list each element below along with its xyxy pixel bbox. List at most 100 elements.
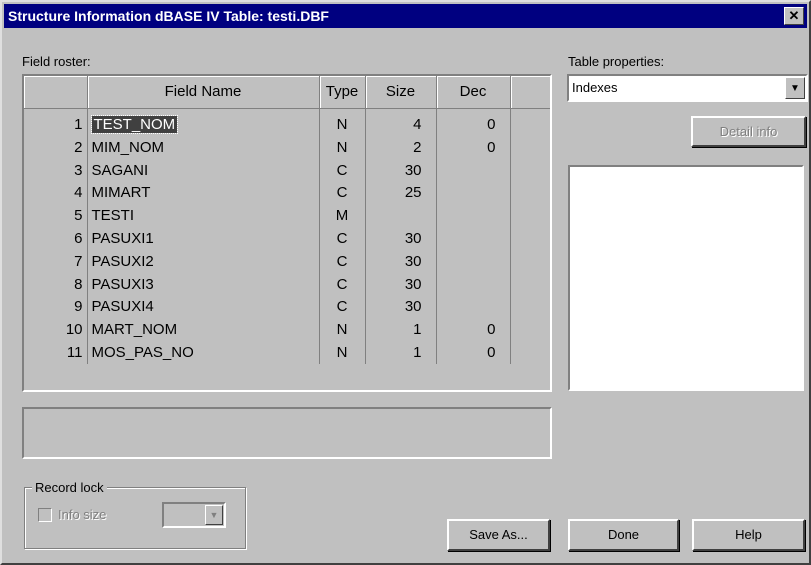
type-cell[interactable]: C <box>319 158 366 182</box>
dec-cell[interactable] <box>436 181 511 205</box>
chevron-down-icon[interactable]: ▼ <box>205 505 223 525</box>
field-name-cell[interactable]: MART_NOM <box>87 318 320 342</box>
table-row[interactable]: 6 PASUXI1 C 30 <box>24 227 550 250</box>
size-cell[interactable]: 30 <box>365 227 437 250</box>
type-cell[interactable]: C <box>319 249 366 273</box>
type-cell[interactable]: N <box>319 341 366 364</box>
filler-header <box>510 76 550 109</box>
field-name-cell[interactable]: TEST_NOM <box>87 108 320 136</box>
row-number[interactable]: 1 <box>24 108 88 136</box>
row-number[interactable]: 11 <box>24 341 88 364</box>
size-cell[interactable]: 1 <box>365 318 437 342</box>
table-row[interactable]: 1 TEST_NOM N 4 0 <box>24 108 550 136</box>
detail-info-button[interactable]: Detail info <box>691 116 806 147</box>
table-row[interactable]: 8 PASUXI3 C 30 <box>24 272 550 296</box>
row-number[interactable]: 6 <box>24 227 88 250</box>
help-button[interactable]: Help <box>692 519 805 551</box>
info-size-label: Info size <box>58 507 107 522</box>
dec-cell[interactable] <box>436 272 511 296</box>
type-cell[interactable]: N <box>319 318 366 342</box>
selected-field-name[interactable]: TEST_NOM <box>90 114 179 134</box>
dec-cell[interactable]: 0 <box>436 318 511 342</box>
row-filler <box>510 204 550 227</box>
close-button[interactable]: ✕ <box>784 7 804 25</box>
dec-cell[interactable]: 0 <box>436 341 511 364</box>
save-as-button[interactable]: Save As... <box>447 519 550 551</box>
info-size-dropdown[interactable]: ▼ <box>162 502 226 528</box>
dec-cell[interactable] <box>436 204 511 228</box>
table-row[interactable]: 7 PASUXI2 C 30 <box>24 249 550 273</box>
type-cell[interactable]: C <box>319 295 366 319</box>
size-cell[interactable]: 2 <box>365 136 437 159</box>
type-cell[interactable]: C <box>319 272 366 296</box>
row-number[interactable]: 3 <box>24 158 88 182</box>
row-number[interactable]: 7 <box>24 249 88 273</box>
size-cell[interactable] <box>365 204 437 228</box>
table-row[interactable]: 4 MIMART C 25 <box>24 181 550 205</box>
row-filler <box>510 108 550 136</box>
row-number[interactable]: 10 <box>24 318 88 342</box>
field-table-header: Field Name Type Size Dec <box>24 76 550 109</box>
field-name-header[interactable]: Field Name <box>87 76 320 109</box>
size-cell[interactable]: 30 <box>365 249 437 273</box>
row-number[interactable]: 5 <box>24 204 88 228</box>
done-button[interactable]: Done <box>568 519 679 551</box>
row-filler <box>510 250 550 273</box>
size-cell[interactable]: 1 <box>365 341 437 364</box>
info-size-checkbox[interactable] <box>38 508 52 522</box>
dec-cell[interactable]: 0 <box>436 136 511 159</box>
field-name-cell[interactable]: PASUXI3 <box>87 272 320 296</box>
dec-cell[interactable] <box>436 249 511 273</box>
dec-cell[interactable]: 0 <box>436 108 511 136</box>
table-properties-value: Indexes <box>572 80 618 95</box>
type-cell[interactable]: C <box>319 227 366 250</box>
size-cell[interactable]: 30 <box>365 272 437 296</box>
field-name-cell[interactable]: MIMART <box>87 181 320 205</box>
row-number[interactable]: 4 <box>24 181 88 205</box>
field-name-cell[interactable]: PASUXI2 <box>87 249 320 273</box>
dec-cell[interactable] <box>436 227 511 250</box>
table-properties-list[interactable] <box>568 165 804 391</box>
table-row[interactable]: 5 TESTI M <box>24 204 550 228</box>
field-name-cell[interactable]: MIM_NOM <box>87 136 320 159</box>
size-header[interactable]: Size <box>365 76 437 109</box>
table-properties-select[interactable]: Indexes ▼ <box>567 74 808 102</box>
chevron-down-icon[interactable]: ▼ <box>785 77 805 99</box>
type-cell[interactable]: N <box>319 108 366 136</box>
dec-cell[interactable] <box>436 295 511 319</box>
table-row[interactable]: 3 SAGANI C 30 <box>24 158 550 182</box>
title-bar: Structure Information dBASE IV Table: te… <box>4 4 807 28</box>
field-name-cell[interactable]: TESTI <box>87 204 320 228</box>
field-name-cell[interactable]: PASUXI1 <box>87 227 320 250</box>
structure-info-dialog: Structure Information dBASE IV Table: te… <box>0 0 811 565</box>
message-panel <box>22 407 552 459</box>
field-table: Field Name Type Size Dec 1 TEST_NOM N 4 0 2 MI… <box>24 76 550 364</box>
row-number[interactable]: 2 <box>24 136 88 159</box>
dec-cell[interactable] <box>436 158 511 182</box>
field-name-cell[interactable]: SAGANI <box>87 158 320 182</box>
table-row[interactable]: 10 MART_NOM N 1 0 <box>24 318 550 342</box>
type-cell[interactable]: N <box>319 136 366 159</box>
size-cell[interactable]: 4 <box>365 108 437 136</box>
table-row[interactable]: 11 MOS_PAS_NO N 1 0 <box>24 341 550 364</box>
size-cell[interactable]: 30 <box>365 295 437 319</box>
dec-header[interactable]: Dec <box>436 76 511 109</box>
table-row[interactable]: 2 MIM_NOM N 2 0 <box>24 136 550 159</box>
row-number[interactable]: 9 <box>24 295 88 319</box>
type-cell[interactable]: C <box>319 181 366 205</box>
field-roster-grid[interactable]: Field Name Type Size Dec 1 TEST_NOM N 4 0 2 MI… <box>22 74 552 392</box>
row-filler <box>510 318 550 341</box>
size-cell[interactable]: 30 <box>365 158 437 182</box>
field-roster-label-text: Field roster: <box>22 54 91 69</box>
size-cell[interactable]: 25 <box>365 181 437 205</box>
row-filler <box>510 341 550 364</box>
row-number-header[interactable] <box>24 76 88 109</box>
table-row[interactable]: 9 PASUXI4 C 30 <box>24 295 550 319</box>
table-properties-label: Table properties: <box>568 54 665 69</box>
field-name-cell[interactable]: MOS_PAS_NO <box>87 341 320 364</box>
type-header[interactable]: Type <box>319 76 366 109</box>
type-cell[interactable]: M <box>319 204 366 228</box>
field-name-cell[interactable]: PASUXI4 <box>87 295 320 319</box>
field-roster-label: Field roster: <box>22 54 91 69</box>
row-number[interactable]: 8 <box>24 272 88 296</box>
